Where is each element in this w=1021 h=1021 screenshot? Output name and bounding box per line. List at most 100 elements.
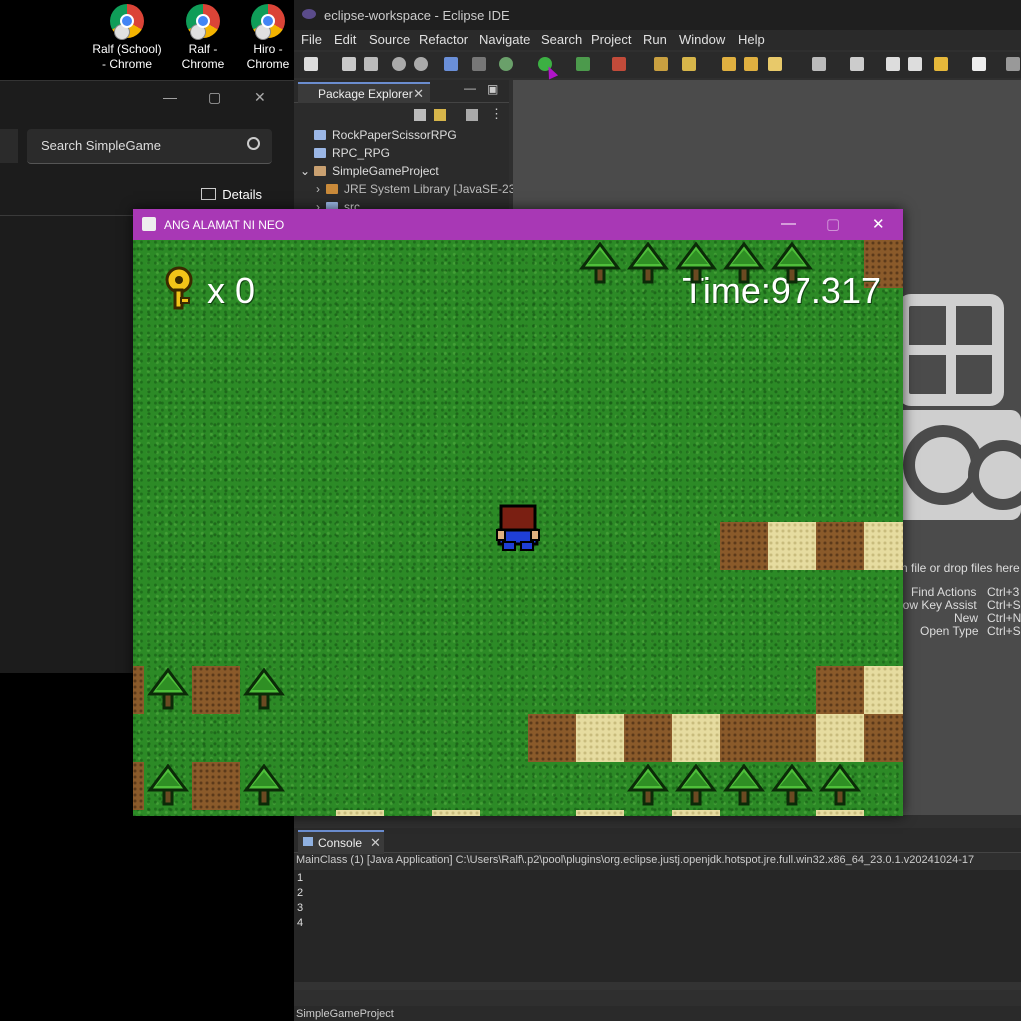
eclipse-logo-icon — [302, 9, 316, 19]
perspective-icon[interactable] — [1006, 57, 1020, 71]
redo-icon[interactable] — [414, 57, 428, 71]
sand-tile — [768, 522, 816, 570]
navigate-back-icon[interactable] — [934, 57, 948, 71]
eclipse-watermark-icon — [893, 294, 1021, 520]
details-pane-icon — [201, 188, 217, 200]
save-all-icon[interactable] — [364, 57, 378, 71]
skip-breakpoints-icon[interactable] — [472, 57, 486, 71]
chevron-down-icon[interactable]: ⌄ — [300, 164, 310, 178]
horizontal-scrollbar[interactable] — [294, 982, 1021, 990]
desktop-icon-ralf-chrome[interactable]: Ralf - Chrome — [167, 4, 239, 72]
new-icon[interactable] — [304, 57, 318, 71]
library-icon — [326, 184, 338, 194]
menu-edit[interactable]: Edit — [334, 32, 356, 47]
next-annotation-icon[interactable] — [908, 57, 922, 71]
game-field[interactable]: x 0 Time:97.317 — [133, 240, 903, 816]
menu-run[interactable]: Run — [643, 32, 667, 47]
tree-item-project[interactable]: ⌄ SimpleGameProject — [300, 164, 439, 178]
close-icon[interactable]: ✕ — [872, 215, 885, 233]
desktop-icon-hiro-chrome[interactable]: Hiro - Chrome — [242, 4, 294, 72]
link-editor-icon[interactable] — [434, 109, 446, 121]
minimize-icon[interactable]: — — [781, 215, 796, 232]
maximize-icon[interactable]: ▢ — [208, 89, 221, 106]
console-output[interactable]: 1 2 3 4 — [294, 870, 1021, 990]
details-button[interactable]: Details — [201, 187, 262, 202]
open-task-icon[interactable] — [744, 57, 758, 71]
external-tools-icon[interactable] — [612, 57, 626, 71]
dirt-tile — [192, 666, 240, 714]
save-icon[interactable] — [342, 57, 356, 71]
address-bar-edge[interactable] — [0, 129, 18, 163]
debug-icon[interactable] — [499, 57, 513, 71]
chrome-icon — [251, 4, 285, 40]
tree-sprite — [675, 764, 717, 806]
minimize-view-icon[interactable]: — — [464, 81, 476, 95]
shortcut-name: New — [954, 611, 979, 625]
open-type-icon[interactable] — [722, 57, 736, 71]
tree-sprite — [723, 764, 765, 806]
minimize-icon[interactable]: — — [163, 89, 177, 105]
back-icon[interactable] — [886, 57, 900, 71]
menu-source[interactable]: Source — [369, 32, 410, 47]
new-package-icon[interactable] — [682, 57, 696, 71]
close-icon[interactable]: ✕ — [413, 86, 424, 102]
menu-project[interactable]: Project — [591, 32, 631, 47]
menu-file[interactable]: File — [301, 32, 322, 47]
tree-sprite — [579, 242, 621, 284]
console-line: 2 — [297, 887, 304, 899]
tree-item-project[interactable]: RPC_RPG — [314, 146, 390, 160]
tab-label: Console — [318, 836, 363, 850]
chevron-right-icon[interactable]: › — [316, 182, 320, 196]
package-explorer-tabbar: Package Explorer ✕ — ▣ — [294, 80, 509, 104]
close-icon[interactable]: ✕ — [370, 835, 381, 851]
navigate-forward-icon[interactable] — [972, 57, 986, 71]
tree-sprite — [243, 668, 285, 710]
maximize-view-icon[interactable]: ▣ — [487, 82, 498, 96]
menu-search[interactable]: Search — [541, 32, 582, 47]
maximize-icon[interactable]: ▢ — [826, 215, 840, 233]
coverage-icon[interactable] — [576, 57, 590, 71]
sand-tile — [816, 714, 864, 762]
window-title: eclipse-workspace - Eclipse IDE — [324, 8, 510, 23]
desktop-icon-ralf-school-chrome[interactable]: Ralf (School) - Chrome — [91, 4, 163, 72]
search-tool-icon[interactable] — [768, 57, 782, 71]
last-edit-icon[interactable] — [850, 57, 864, 71]
package-explorer-tree: ⋮ RockPaperScissorRPG RPC_RPG ⌄ SimpleGam… — [294, 103, 519, 223]
shortcut-key: Ctrl+S — [987, 624, 1021, 638]
toolbar — [294, 52, 1021, 80]
tree-sprite — [771, 764, 813, 806]
annotation-icon[interactable] — [812, 57, 826, 71]
tab-package-explorer[interactable]: Package Explorer ✕ — [298, 82, 430, 104]
new-java-project-icon[interactable] — [654, 57, 668, 71]
project-icon — [314, 166, 327, 176]
terminal-icon[interactable] — [444, 57, 458, 71]
menu-window[interactable]: Window — [679, 32, 725, 47]
search-icon — [247, 137, 260, 150]
search-placeholder: Search SimpleGame — [41, 138, 161, 153]
tree-item-project[interactable]: RockPaperScissorRPG — [314, 128, 457, 142]
menu-navigate[interactable]: Navigate — [479, 32, 530, 47]
collapse-all-icon[interactable] — [414, 109, 426, 121]
sand-tile — [576, 810, 624, 816]
shortcut-name: Open Type — [920, 624, 979, 638]
console-icon — [303, 837, 313, 846]
dirt-tile — [816, 522, 864, 570]
close-icon[interactable]: ✕ — [254, 89, 266, 106]
game-window-title: ANG ALAMAT NI NEO — [164, 218, 285, 232]
menu-refactor[interactable]: Refactor — [419, 32, 468, 47]
dirt-tile — [133, 762, 144, 810]
view-menu-icon[interactable]: ⋮ — [490, 106, 503, 122]
status-bar: SimpleGameProject — [294, 1006, 1021, 1021]
dirt-tile — [864, 714, 903, 762]
search-input[interactable]: Search SimpleGame — [27, 129, 272, 164]
tree-item-library[interactable]: › JRE System Library [JavaSE-23] — [316, 182, 519, 196]
desktop-icon-label: Ralf - Chrome — [181, 42, 225, 71]
shortcut-key: Ctrl+N — [987, 611, 1021, 625]
menu-help[interactable]: Help — [738, 32, 765, 47]
tab-console[interactable]: Console ✕ — [298, 830, 384, 854]
dirt-tile — [768, 714, 816, 762]
filter-icon[interactable] — [466, 109, 478, 121]
undo-icon[interactable] — [392, 57, 406, 71]
game-titlebar[interactable]: ANG ALAMAT NI NEO — ▢ ✕ — [133, 209, 903, 240]
tree-sprite — [627, 242, 669, 284]
